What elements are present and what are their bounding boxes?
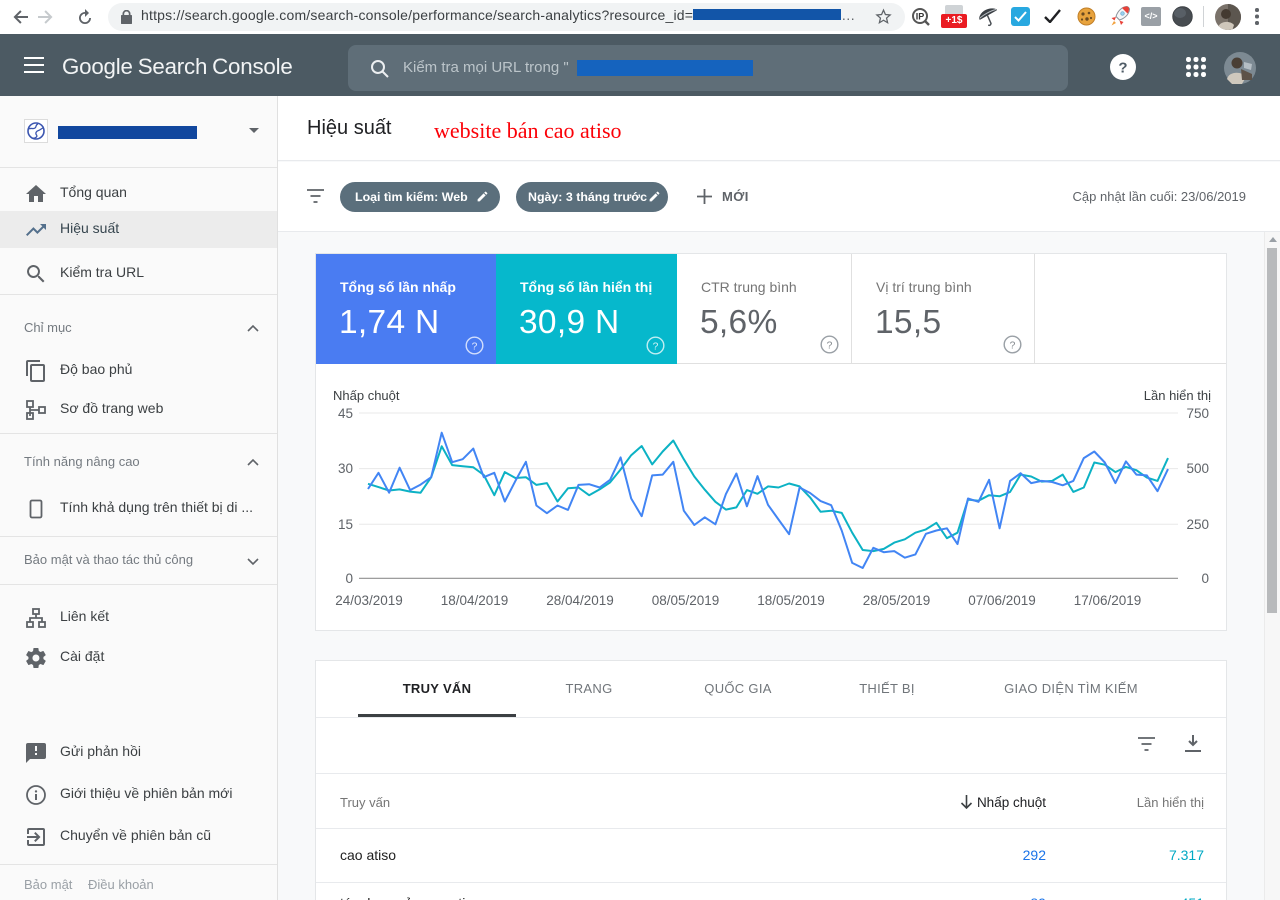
svg-text:28/04/2019: 28/04/2019	[546, 593, 614, 608]
svg-text:15: 15	[338, 517, 353, 532]
svg-text:IP: IP	[916, 12, 925, 22]
svg-text:30: 30	[338, 461, 353, 476]
svg-text:28/05/2019: 28/05/2019	[863, 593, 931, 608]
svg-text:18/05/2019: 18/05/2019	[757, 593, 825, 608]
svg-text:0: 0	[345, 571, 353, 586]
svg-text:250: 250	[1186, 517, 1209, 532]
svg-text:500: 500	[1186, 461, 1209, 476]
svg-text:07/06/2019: 07/06/2019	[968, 593, 1036, 608]
svg-text:0: 0	[1201, 571, 1209, 586]
svg-text:750: 750	[1186, 406, 1209, 421]
svg-text:17/06/2019: 17/06/2019	[1074, 593, 1142, 608]
svg-text:08/05/2019: 08/05/2019	[652, 593, 720, 608]
svg-text:45: 45	[338, 406, 353, 421]
svg-text:24/03/2019: 24/03/2019	[335, 593, 403, 608]
svg-text:18/04/2019: 18/04/2019	[441, 593, 509, 608]
svg-text:?: ?	[1118, 60, 1127, 77]
